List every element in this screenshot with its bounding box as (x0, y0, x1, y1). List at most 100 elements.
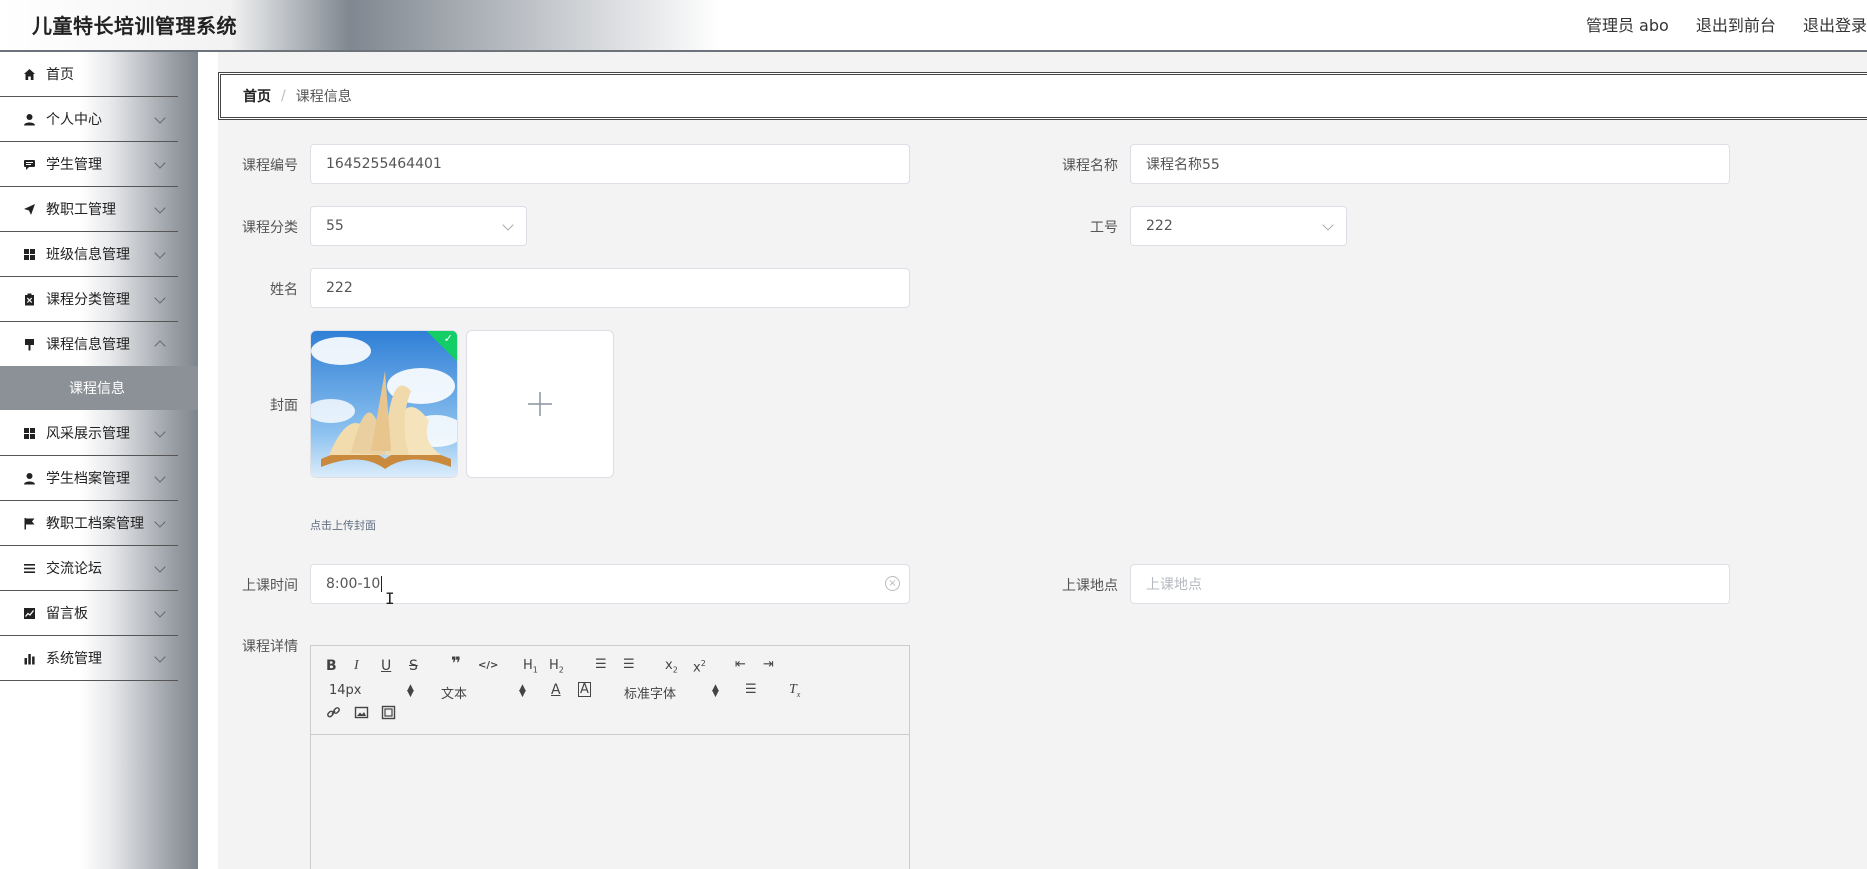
background-color-icon[interactable]: A (578, 682, 591, 697)
category-value: 55 (326, 218, 344, 234)
video-icon[interactable] (381, 705, 396, 724)
time-input[interactable]: 8:00-10 × (310, 564, 910, 604)
course-name-label: 课程名称 (1062, 158, 1118, 174)
chevron-down-icon (154, 651, 166, 663)
staff-no-select[interactable]: 222 (1130, 206, 1347, 246)
sidebar-item-label: 教职工管理 (46, 202, 116, 218)
bar-chart-icon (22, 651, 36, 665)
font-family-select[interactable]: 标准字体 ▲ ▼ (624, 683, 724, 703)
heading2-icon[interactable]: H2 (549, 658, 564, 679)
chevron-down-icon (502, 219, 514, 231)
sidebar-item-student-records[interactable]: 学生档案管理 (0, 456, 178, 501)
sidebar-item-home[interactable]: 首页 (0, 52, 178, 97)
strike-icon[interactable]: S (409, 658, 418, 674)
chevron-down-icon (154, 561, 166, 573)
submenu-item-label: 课程信息 (69, 381, 125, 397)
user-icon (22, 471, 36, 485)
sidebar-item-staff[interactable]: 教职工管理 (0, 187, 178, 232)
course-no-input[interactable]: 1645255464401 (310, 144, 910, 184)
updown-icon: ▲ ▼ (519, 683, 526, 699)
course-no-value: 1645255464401 (326, 156, 442, 172)
link-icon[interactable] (326, 705, 341, 724)
image-icon[interactable] (354, 705, 369, 724)
sidebar-item-messages[interactable]: 留言板 (0, 591, 178, 636)
exit-to-front-link[interactable]: 退出到前台 (1696, 16, 1776, 35)
breadcrumb-home[interactable]: 首页 (243, 86, 271, 106)
superscript-icon[interactable]: x2 (693, 656, 706, 676)
sidebar-item-classes[interactable]: 班级信息管理 (0, 232, 178, 277)
bullet-list-icon[interactable]: ☰ (623, 657, 635, 673)
chevron-down-icon (154, 516, 166, 528)
outdent-icon[interactable]: ⇤ (735, 657, 746, 673)
text-type-select[interactable]: 文本 ▲ ▼ (441, 683, 531, 703)
sidebar-item-course-info[interactable]: 课程信息管理 (0, 322, 178, 367)
sidebar-item-personal[interactable]: 个人中心 (0, 97, 178, 142)
chevron-down-icon (154, 426, 166, 438)
sidebar-item-staff-records[interactable]: 教职工档案管理 (0, 501, 178, 546)
home-icon (22, 67, 36, 81)
chevron-down-icon (154, 606, 166, 618)
ordered-list-icon[interactable]: ☰ (595, 657, 607, 673)
upload-tip: 点击上传封面 (310, 519, 376, 532)
chevron-down-icon (154, 340, 166, 352)
category-select[interactable]: 55 (310, 206, 527, 246)
chevron-down-icon (154, 112, 166, 124)
code-block-icon[interactable]: </> (478, 658, 498, 674)
logout-link[interactable]: 退出登录 (1803, 16, 1867, 35)
editor-toolbar: B I U S ❞ </> H1 H2 ☰ ☰ x2 x2 ⇤ ⇥ 14px ▲… (311, 646, 909, 735)
bold-icon[interactable]: B (326, 658, 337, 674)
heading1-icon[interactable]: H1 (523, 658, 538, 679)
breadcrumb-current: 课程信息 (295, 89, 352, 105)
place-placeholder: 上课地点 (1146, 577, 1202, 593)
name-value: 222 (326, 280, 353, 296)
brush-icon (22, 337, 36, 351)
sidebar-item-showcase[interactable]: 风采展示管理 (0, 411, 178, 456)
name-input[interactable]: 222 (310, 268, 910, 308)
sidebar-item-label: 个人中心 (46, 112, 102, 128)
sidebar-item-label: 课程分类管理 (46, 292, 130, 308)
clear-format-icon[interactable]: Tx (789, 682, 800, 703)
detail-label: 课程详情 (242, 639, 298, 655)
sidebar-item-label: 留言板 (46, 606, 88, 622)
flag-icon (22, 516, 36, 530)
chevron-down-icon (154, 202, 166, 214)
align-icon[interactable]: ☰ (745, 682, 757, 698)
name-label: 姓名 (270, 282, 298, 298)
blockquote-icon[interactable]: ❞ (451, 656, 461, 673)
chevron-down-icon (154, 157, 166, 169)
sidebar-item-system[interactable]: 系统管理 (0, 636, 178, 681)
sidebar-item-label: 课程信息管理 (46, 337, 130, 353)
upload-add-button[interactable] (466, 330, 614, 478)
text-type-value: 文本 (441, 687, 468, 702)
subscript-icon[interactable]: x2 (665, 658, 678, 679)
place-label: 上课地点 (1062, 578, 1118, 594)
grid-icon (22, 247, 36, 261)
chevron-down-icon (154, 292, 166, 304)
italic-icon[interactable]: I (354, 658, 359, 674)
rich-text-editor[interactable]: B I U S ❞ </> H1 H2 ☰ ☰ x2 x2 ⇤ ⇥ 14px ▲… (310, 645, 910, 869)
font-color-icon[interactable]: A (551, 682, 561, 698)
course-name-input[interactable]: 课程名称55 (1130, 144, 1730, 184)
sidebar-item-students[interactable]: 学生管理 (0, 142, 178, 187)
text-caret (381, 576, 383, 592)
chat-icon (22, 157, 36, 171)
place-input[interactable]: 上课地点 (1130, 564, 1730, 604)
category-label: 课程分类 (242, 220, 298, 236)
sidebar-item-label: 交流论坛 (46, 561, 102, 577)
sidebar-item-forum[interactable]: 交流论坛 (0, 546, 178, 591)
indent-icon[interactable]: ⇥ (763, 657, 774, 673)
sidebar-item-label: 首页 (46, 67, 74, 83)
clear-icon[interactable]: × (885, 576, 900, 591)
check-icon: ✓ (443, 332, 453, 345)
chevron-down-icon (154, 247, 166, 259)
font-size-select[interactable]: 14px ▲ ▼ (329, 683, 419, 699)
underline-icon[interactable]: U (381, 658, 391, 674)
font-size-value: 14px (329, 683, 362, 698)
submenu-item-course-info[interactable]: 课程信息 (0, 366, 198, 410)
send-icon (22, 202, 36, 216)
sidebar-item-label: 学生管理 (46, 157, 102, 173)
course-no-label: 课程编号 (242, 158, 298, 174)
header-actions: 管理员 abo 退出到前台 退出登录 (1564, 12, 1867, 36)
cover-thumbnail[interactable]: ✓ (310, 330, 458, 478)
sidebar-item-course-categories[interactable]: 课程分类管理 (0, 277, 178, 322)
